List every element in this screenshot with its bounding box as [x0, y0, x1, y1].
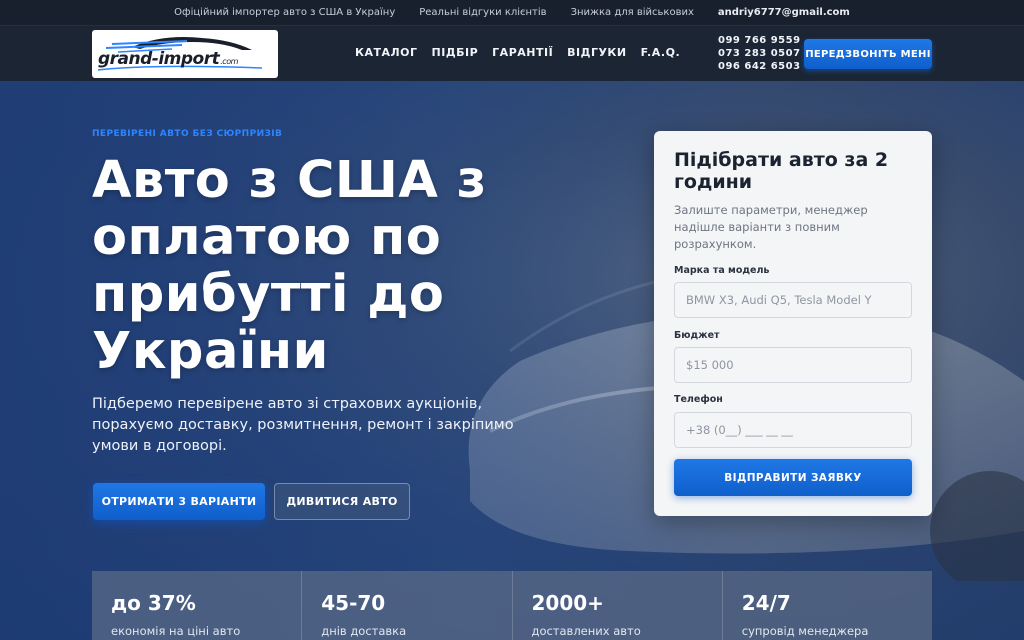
site-logo[interactable]: grand-import.com [92, 30, 278, 78]
phone-input[interactable]: +38 (0__) ___ __ __ [674, 412, 912, 448]
topbar-importer-text: Офіційний імпортер авто з США в Україну [174, 7, 396, 18]
phone-number-1[interactable]: 099 766 9559 [718, 34, 801, 47]
budget-label: Бюджет [674, 330, 720, 341]
stat-value: 45-70 [321, 591, 386, 615]
topbar-military-discount[interactable]: Знижка для військових [571, 7, 694, 18]
stat-item: 24/7 супровід менеджера [723, 571, 932, 640]
make-model-label: Марка та модель [674, 265, 770, 276]
view-cars-button[interactable]: ДИВИТИСЯ АВТО [274, 483, 410, 520]
submit-request-button[interactable]: ВІДПРАВИТИ ЗАЯВКУ [674, 459, 912, 496]
stat-item: до 37% економія на ціні авто [92, 571, 303, 640]
menu-item-faq[interactable]: F.A.Q. [641, 46, 681, 59]
stat-value: 24/7 [741, 591, 791, 615]
phone-label: Телефон [674, 394, 723, 405]
phone-number-3[interactable]: 096 642 6503 [718, 60, 801, 73]
form-title: Підібрати авто за 2 години [674, 149, 889, 193]
phone-list: 099 766 9559 073 283 0507 096 642 6503 [718, 34, 801, 73]
menu-item-selection[interactable]: ПІДБІР [432, 46, 479, 59]
main-menu: КАТАЛОГ ПІДБІР ГАРАНТІЇ ВІДГУКИ F.A.Q. [355, 46, 680, 59]
hero-eyebrow: ПЕРЕВІРЕНІ АВТО БЕЗ СЮРПРИЗІВ [92, 129, 283, 139]
stat-item: 45-70 днів доставка [302, 571, 513, 640]
topbar-reviews-link[interactable]: Реальні відгуки клієнтів [419, 7, 546, 18]
hero-headline: Авто з США з оплатою по прибутті до Укра… [92, 151, 487, 381]
logo-wordmark: grand-import [98, 49, 220, 69]
stat-label: економія на ціні авто [111, 624, 241, 638]
stats-bar: до 37% економія на ціні авто 45-70 днів … [92, 571, 932, 640]
stat-item: 2000+ доставлених авто [513, 571, 723, 640]
hero-lead-text: Підберемо перевірене авто зі страхових а… [92, 396, 514, 454]
logo-domain: .com [220, 57, 238, 66]
menu-item-reviews[interactable]: ВІДГУКИ [567, 46, 626, 59]
callback-button[interactable]: ПЕРЕДЗВОНІТЬ МЕНІ [804, 39, 932, 69]
main-navigation: grand-import.com КАТАЛОГ ПІДБІР ГАРАНТІЇ… [0, 25, 1024, 81]
form-description: Залиште параметри, менеджер надішле варі… [674, 203, 868, 251]
make-model-input[interactable]: BMW X3, Audi Q5, Tesla Model Y [674, 282, 912, 318]
budget-input[interactable]: $15 000 [674, 347, 912, 383]
stat-label: днів доставка [321, 624, 407, 638]
stat-label: супровід менеджера [741, 624, 869, 638]
topbar-email-link[interactable]: andriy6777@gmail.com [718, 7, 850, 18]
stat-value: до 37% [111, 591, 196, 615]
get-options-button[interactable]: ОТРИМАТИ 3 ВАРІАНТИ [93, 483, 265, 520]
phone-number-2[interactable]: 073 283 0507 [718, 47, 801, 60]
stat-value: 2000+ [531, 591, 604, 615]
menu-item-guarantees[interactable]: ГАРАНТІЇ [492, 46, 553, 59]
menu-item-catalog[interactable]: КАТАЛОГ [355, 46, 418, 59]
stat-label: доставлених авто [531, 624, 641, 638]
car-request-form: Підібрати авто за 2 години Залиште парам… [654, 131, 932, 516]
top-info-bar: Офіційний імпортер авто з США в Україну … [0, 0, 1024, 25]
